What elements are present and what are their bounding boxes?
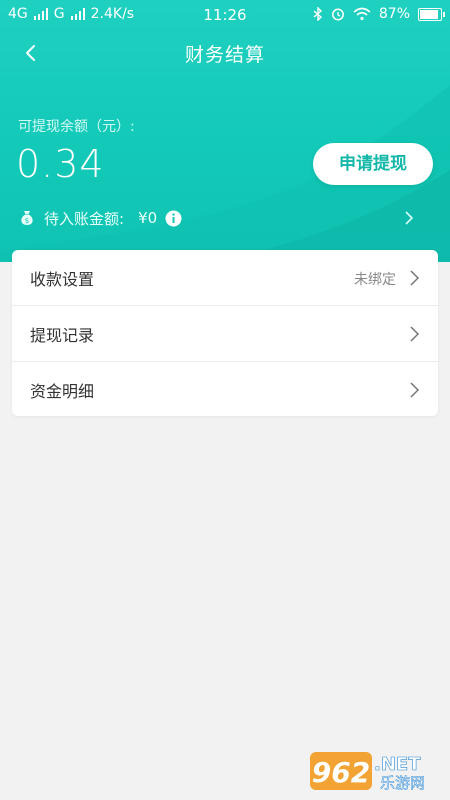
menu-item-label: 资金明细 xyxy=(30,382,95,401)
chevron-right-icon xyxy=(405,211,414,225)
bluetooth-icon xyxy=(313,7,322,21)
battery-icon xyxy=(418,7,445,21)
battery-percent: 87% xyxy=(378,6,410,22)
wifi-icon xyxy=(353,7,371,21)
menu-item-payment-settings[interactable]: 收款设置 未绑定 xyxy=(12,250,438,306)
info-icon[interactable] xyxy=(165,210,182,227)
alarm-icon xyxy=(331,8,344,21)
page-title: 财务结算 xyxy=(184,44,265,66)
balance-label: 可提现余额（元）: xyxy=(18,119,135,135)
svg-text:$: $ xyxy=(25,217,29,225)
menu-item-label: 提现记录 xyxy=(30,326,95,345)
watermark-net: .NET xyxy=(374,754,421,775)
menu-item-withdraw-records[interactable]: 提现记录 xyxy=(12,306,438,362)
nav-bar: 财务结算 xyxy=(0,30,450,78)
binding-status: 未绑定 xyxy=(354,272,396,288)
pending-label: 待入账金额: xyxy=(44,209,125,228)
watermark-number: 962 xyxy=(312,756,370,789)
money-bag-icon: $ xyxy=(21,211,33,225)
settings-card: 收款设置 未绑定 提现记录 资金明细 xyxy=(12,250,438,416)
pending-amount-row[interactable]: $ 待入账金额: ¥0 xyxy=(18,206,438,230)
watermark-cn: 乐游网 xyxy=(380,774,425,792)
balance-value: 0.34 xyxy=(16,142,105,186)
status-bar: 4G G 2.4K/s 11:26 87% xyxy=(0,0,450,30)
chevron-right-icon xyxy=(410,382,420,398)
menu-item-label: 收款设置 xyxy=(30,270,95,289)
chevron-right-icon xyxy=(410,270,420,286)
site-watermark-logo: 962 .NET 乐游网 xyxy=(310,752,425,792)
withdraw-button[interactable]: 申请提现 xyxy=(313,143,433,185)
pending-value: ¥0 xyxy=(138,209,158,227)
header-banner: 4G G 2.4K/s 11:26 87% 财务结算 可提现余额（元）: 0.3… xyxy=(0,0,450,262)
chevron-right-icon xyxy=(410,326,420,342)
menu-item-fund-details[interactable]: 资金明细 xyxy=(12,362,438,416)
